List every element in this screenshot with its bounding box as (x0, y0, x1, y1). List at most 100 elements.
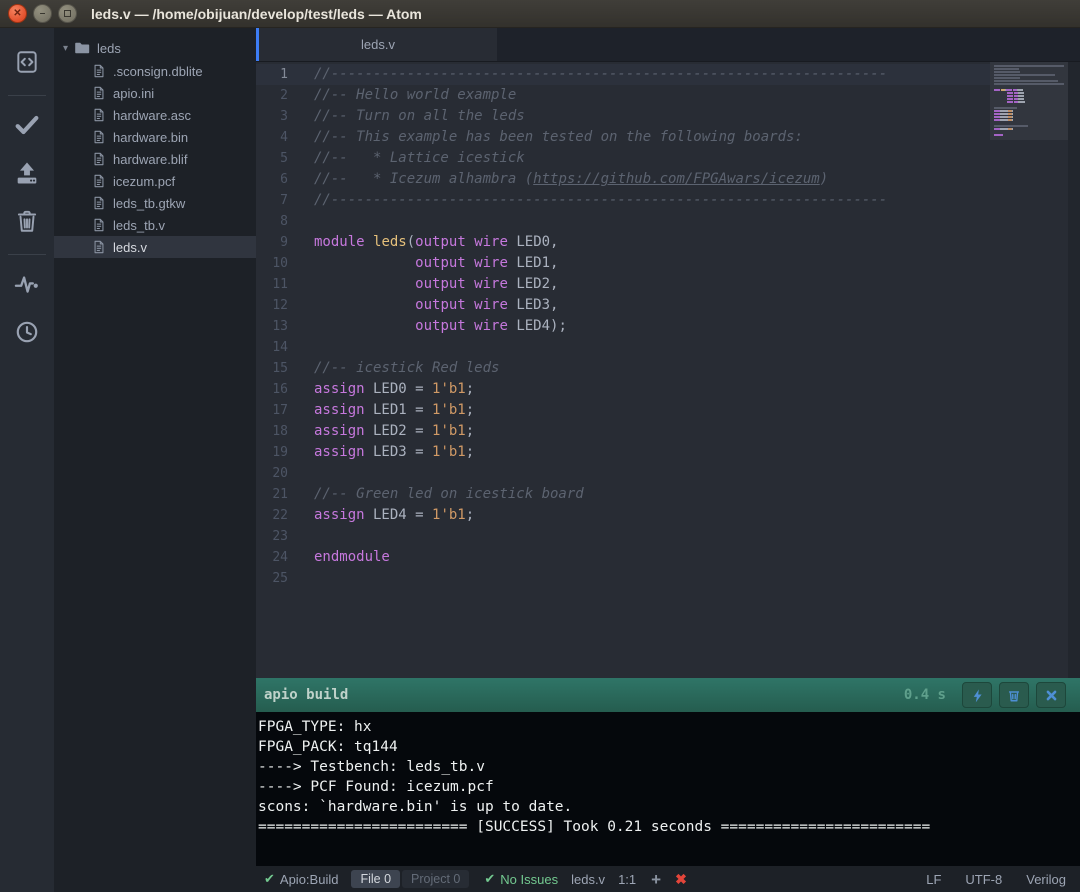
line-number: 7 (256, 190, 300, 211)
dock-upload-button[interactable] (9, 157, 45, 193)
code-line[interactable]: 10 output wire LED1, (256, 253, 990, 274)
line-number: 15 (256, 358, 300, 379)
code-line[interactable]: 1//-------------------------------------… (256, 64, 990, 85)
code-text: //-- * Lattice icestick (300, 148, 525, 169)
code-text: //-- Turn on all the leds (300, 106, 525, 127)
close-x-icon[interactable]: ✖ (675, 872, 687, 886)
trash-icon (1007, 688, 1021, 703)
code-line[interactable]: 11 output wire LED2, (256, 274, 990, 295)
tree-item[interactable]: leds_tb.gtkw (54, 192, 256, 214)
panel-buttons (962, 682, 1080, 708)
status-no-issues[interactable]: ✔No Issues (484, 871, 558, 887)
code-text: //--------------------------------------… (300, 64, 887, 85)
code-line[interactable]: 9module leds(output wire LED0, (256, 232, 990, 253)
tree-item[interactable]: .sconsign.dblite (54, 60, 256, 82)
code-line[interactable]: 24endmodule (256, 547, 990, 568)
line-number: 13 (256, 316, 300, 337)
tree-item[interactable]: hardware.asc (54, 104, 256, 126)
panel-duration: 0.4 s (904, 687, 946, 703)
window-minimize-button[interactable]: – (33, 4, 52, 23)
panel-clear-button[interactable] (999, 682, 1029, 708)
line-number: 14 (256, 337, 300, 358)
dock-simulate-button[interactable] (9, 268, 45, 304)
window-close-button[interactable]: ✕ (8, 4, 27, 23)
status-grammar[interactable]: Verilog (1026, 872, 1066, 887)
tree-item[interactable]: icezum.pcf (54, 170, 256, 192)
code-line[interactable]: 7//-------------------------------------… (256, 190, 990, 211)
code-line[interactable]: 5//-- * Lattice icestick (256, 148, 990, 169)
tree-item[interactable]: hardware.blif (54, 148, 256, 170)
file-icon (92, 196, 106, 210)
tab-leds-v[interactable]: leds.v (256, 28, 497, 61)
code-text: //-- Green led on icestick board (300, 484, 584, 505)
code-line[interactable]: 2//-- Hello world example (256, 85, 990, 106)
code-line[interactable]: 14 (256, 337, 990, 358)
code-text (300, 211, 314, 232)
tree-root-label: leds (97, 41, 121, 56)
line-number: 12 (256, 295, 300, 316)
status-cursor-position[interactable]: 1:1 (618, 872, 636, 887)
dock-time-analysis-button[interactable] (9, 316, 45, 352)
tree-item[interactable]: leds_tb.v (54, 214, 256, 236)
trash-icon (14, 208, 40, 239)
line-number: 8 (256, 211, 300, 232)
code-line[interactable]: 4//-- This example has been tested on th… (256, 127, 990, 148)
tree-root-folder[interactable]: ▾ leds (54, 36, 256, 60)
project-issues-button[interactable]: Project 0 (402, 870, 469, 888)
code-line[interactable]: 18assign LED2 = 1'b1; (256, 421, 990, 442)
status-line-ending[interactable]: LF (926, 872, 941, 887)
code-line[interactable]: 21//-- Green led on icestick board (256, 484, 990, 505)
code-line[interactable]: 15//-- icestick Red leds (256, 358, 990, 379)
chevron-down-icon: ▾ (63, 43, 68, 54)
tree-item[interactable]: hardware.bin (54, 126, 256, 148)
main-area: ▾ leds .sconsign.dbliteapio.inihardware.… (0, 28, 1080, 892)
line-number: 2 (256, 85, 300, 106)
code-line[interactable]: 23 (256, 526, 990, 547)
file-icon (92, 174, 106, 188)
dock-clean-button[interactable] (9, 205, 45, 241)
code-line[interactable]: 12 output wire LED3, (256, 295, 990, 316)
dock-separator (8, 95, 46, 96)
file-icon (92, 240, 106, 254)
tree-item[interactable]: leds.v (54, 236, 256, 258)
file-icon (92, 218, 106, 232)
code-line[interactable]: 20 (256, 463, 990, 484)
minimap-visible-region[interactable] (990, 62, 1068, 140)
status-apio-build[interactable]: ✔Apio:Build (264, 871, 338, 887)
plus-icon[interactable]: + (651, 871, 661, 888)
code-line[interactable]: 6//-- * Icezum alhambra (https://github.… (256, 169, 990, 190)
scrollbar-track[interactable] (1068, 62, 1080, 678)
code-line[interactable]: 22assign LED4 = 1'b1; (256, 505, 990, 526)
minimap[interactable] (990, 62, 1068, 678)
code-line[interactable]: 17assign LED1 = 1'b1; (256, 400, 990, 421)
tree-item[interactable]: apio.ini (54, 82, 256, 104)
window-maximize-button[interactable] (58, 4, 77, 23)
code-line[interactable]: 8 (256, 211, 990, 232)
dock-verify-button[interactable] (9, 109, 45, 145)
editor[interactable]: 1//-------------------------------------… (256, 62, 1080, 678)
panel-close-button[interactable] (1036, 682, 1066, 708)
dock-code-file-button[interactable] (9, 46, 45, 82)
code-area[interactable]: 1//-------------------------------------… (256, 62, 990, 678)
code-line[interactable]: 3//-- Turn on all the leds (256, 106, 990, 127)
code-text: output wire LED1, (300, 253, 558, 274)
status-bar-left: ✔Apio:Build File 0Project 0 ✔No Issues leds… (264, 870, 687, 888)
code-line[interactable]: 13 output wire LED4); (256, 316, 990, 337)
console-output[interactable]: FPGA_TYPE: hxFPGA_PACK: tq144----> Testb… (256, 712, 1080, 866)
code-line[interactable]: 25 (256, 568, 990, 589)
code-text: //--------------------------------------… (300, 190, 887, 211)
code-line[interactable]: 19assign LED3 = 1'b1; (256, 442, 990, 463)
code-text: assign LED1 = 1'b1; (300, 400, 474, 421)
file-icon (92, 152, 106, 166)
code-line[interactable]: 16assign LED0 = 1'b1; (256, 379, 990, 400)
line-number: 11 (256, 274, 300, 295)
status-encoding[interactable]: UTF-8 (965, 872, 1002, 887)
line-number: 23 (256, 526, 300, 547)
panel-run-button[interactable] (962, 682, 992, 708)
line-number: 16 (256, 379, 300, 400)
status-file-name[interactable]: leds.v (571, 872, 605, 887)
file-issues-button[interactable]: File 0 (351, 870, 400, 888)
status-apio-build-label: Apio:Build (280, 872, 339, 887)
line-number: 4 (256, 127, 300, 148)
titlebar: ✕ – leds.v — /home/obijuan/develop/test/… (0, 0, 1080, 28)
